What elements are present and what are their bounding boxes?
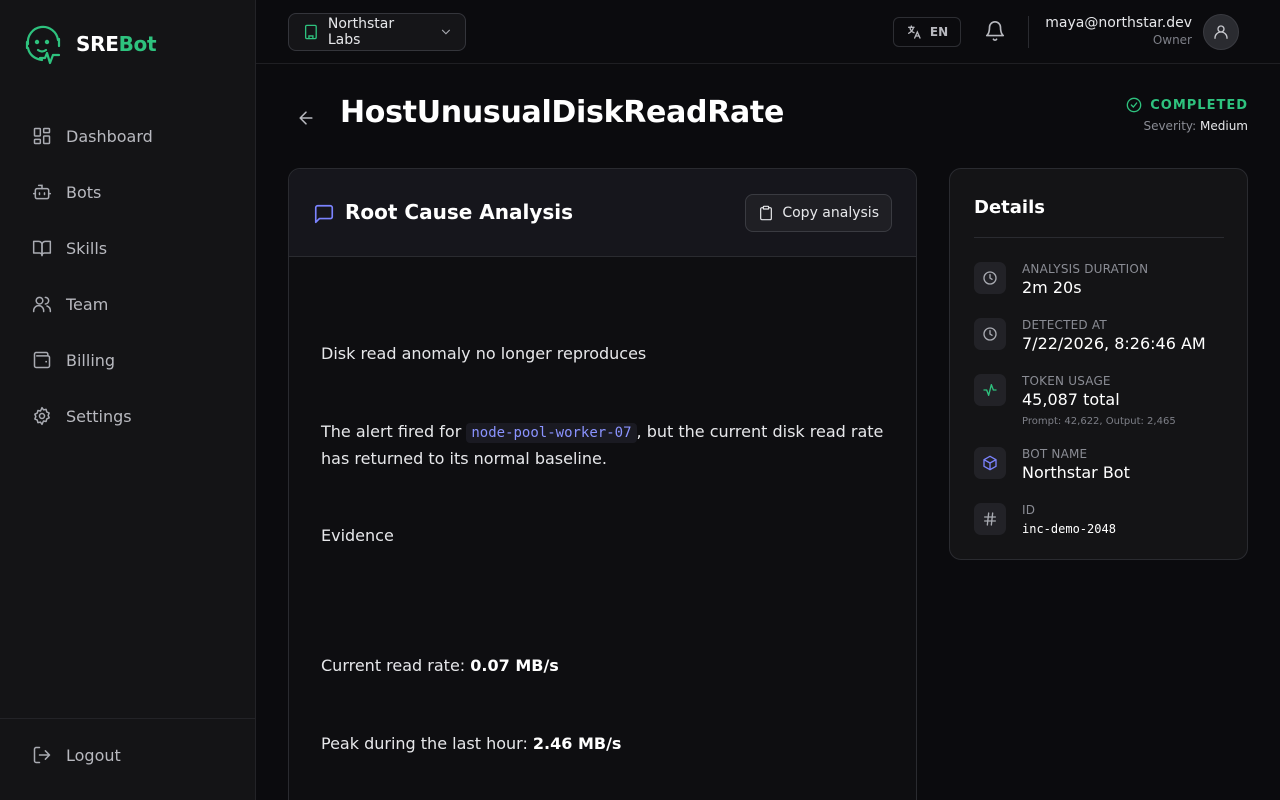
- sidebar-footer: Logout: [0, 718, 256, 800]
- sidebar-item-label: Dashboard: [66, 126, 153, 146]
- top-header: Northstar Labs EN maya@northstar.dev Own…: [256, 0, 1280, 64]
- analysis-heading: Disk read anomaly no longer reproduces: [321, 344, 647, 363]
- translate-icon: [907, 25, 921, 39]
- chevron-down-icon: [442, 29, 451, 35]
- bot-icon: [32, 184, 52, 200]
- arrow-left-icon: [299, 111, 313, 125]
- book-open-icon: [32, 240, 52, 257]
- activity-icon: [974, 374, 1006, 406]
- peak-rate-label: Peak during the last hour:: [321, 734, 533, 753]
- clock-icon: [974, 318, 1006, 350]
- evidence-current-rate: Current read rate: 0.07 MB/s: [321, 653, 886, 679]
- details-title: Details: [974, 197, 1045, 218]
- analysis-paragraph: The alert fired for node-pool-worker-07,…: [321, 419, 886, 472]
- building-icon: [304, 24, 317, 40]
- back-button[interactable]: [296, 108, 316, 132]
- language-code: EN: [929, 25, 949, 39]
- peak-rate-value: 2.46 MB/s: [532, 734, 622, 753]
- hash-icon: [974, 503, 1006, 535]
- wallet-icon: [33, 351, 51, 369]
- detail-label: DETECTED AT: [1022, 318, 1107, 332]
- layout-grid-icon: [33, 127, 51, 145]
- srebot-logo-icon: [25, 25, 61, 65]
- sidebar-item-label: Billing: [66, 350, 116, 370]
- org-selector[interactable]: Northstar Labs: [288, 13, 466, 51]
- severity-label: Severity:: [1143, 119, 1197, 133]
- language-button[interactable]: EN: [893, 17, 961, 47]
- root-cause-title: Root Cause Analysis: [345, 200, 574, 224]
- copy-analysis-label: Copy analysis: [782, 205, 879, 221]
- clock-icon: [974, 262, 1006, 294]
- sidebar-item-billing[interactable]: Billing: [16, 332, 240, 388]
- user-icon: [1214, 25, 1228, 39]
- brand-logo[interactable]: SREBot: [22, 22, 157, 66]
- copy-analysis-button[interactable]: Copy analysis: [745, 194, 892, 232]
- sidebar-nav: Dashboard Bots Skills Team Billing Setti…: [16, 108, 240, 444]
- sidebar-item-team[interactable]: Team: [16, 276, 240, 332]
- root-cause-header: Root Cause Analysis Copy analysis: [289, 169, 916, 257]
- sidebar-item-settings[interactable]: Settings: [16, 388, 240, 444]
- token-breakdown: Prompt: 42,622, Output: 2,465: [1022, 416, 1176, 427]
- sidebar-item-bots[interactable]: Bots: [16, 164, 240, 220]
- detail-label: ID: [1022, 503, 1036, 517]
- severity-value: Medium: [1200, 119, 1248, 133]
- evidence-heading: Evidence: [321, 526, 394, 545]
- detail-value: inc-demo-2048: [1022, 522, 1116, 536]
- notifications-button[interactable]: [984, 20, 1006, 46]
- bell-icon: [985, 21, 1005, 42]
- user-email: maya@northstar.dev: [1045, 15, 1192, 31]
- sidebar: SREBot Dashboard Bots Skills Team Billin…: [0, 0, 256, 800]
- logout-button[interactable]: Logout: [32, 745, 121, 765]
- sidebar-item-skills[interactable]: Skills: [16, 220, 240, 276]
- host-code: node-pool-worker-07: [466, 423, 637, 443]
- sidebar-item-label: Team: [66, 294, 109, 314]
- detail-value: 2m 20s: [1022, 278, 1082, 297]
- message-square-icon: [314, 204, 334, 224]
- sidebar-item-dashboard[interactable]: Dashboard: [16, 108, 240, 164]
- check-circle-icon: [1126, 97, 1142, 113]
- paragraph-prefix: The alert fired for: [321, 422, 467, 441]
- sidebar-item-label: Skills: [66, 238, 108, 258]
- users-icon: [32, 296, 52, 313]
- clipboard-icon: [760, 205, 773, 221]
- brand-prefix: SRE: [76, 32, 119, 56]
- current-rate-label: Current read rate:: [321, 656, 471, 675]
- logout-icon: [33, 746, 51, 764]
- cube-icon: [974, 447, 1006, 479]
- sidebar-item-label: Bots: [66, 182, 102, 202]
- user-role: Owner: [1152, 33, 1192, 47]
- root-cause-card: Root Cause Analysis Copy analysis Disk r…: [288, 168, 917, 800]
- details-divider: [974, 237, 1224, 238]
- page-title: HostUnusualDiskReadRate: [340, 95, 785, 130]
- detail-value: 7/22/2026, 8:26:46 AM: [1022, 334, 1206, 353]
- detail-label: ANALYSIS DURATION: [1022, 262, 1149, 276]
- gear-icon: [34, 406, 50, 426]
- details-card: Details ANALYSIS DURATION 2m 20s DETECTE…: [949, 168, 1248, 560]
- severity: Severity: Medium: [1143, 119, 1248, 133]
- detail-label: BOT NAME: [1022, 447, 1088, 461]
- status-badge: COMPLETED: [1126, 97, 1248, 113]
- brand-suffix: Bot: [118, 32, 157, 56]
- logout-label: Logout: [66, 745, 121, 765]
- sidebar-item-label: Settings: [66, 406, 132, 426]
- current-rate-value: 0.07 MB/s: [470, 656, 559, 675]
- status-text: COMPLETED: [1150, 97, 1248, 113]
- evidence-peak-rate: Peak during the last hour: 2.46 MB/s: [321, 731, 886, 757]
- user-info: maya@northstar.dev Owner: [1045, 15, 1192, 47]
- brand-name: SREBot: [76, 32, 157, 56]
- detail-label: TOKEN USAGE: [1022, 374, 1111, 388]
- avatar[interactable]: [1203, 14, 1239, 50]
- header-divider: [1028, 16, 1029, 48]
- org-name: Northstar Labs: [327, 16, 395, 48]
- detail-value: Northstar Bot: [1022, 463, 1130, 482]
- detail-value: 45,087 total: [1022, 390, 1120, 409]
